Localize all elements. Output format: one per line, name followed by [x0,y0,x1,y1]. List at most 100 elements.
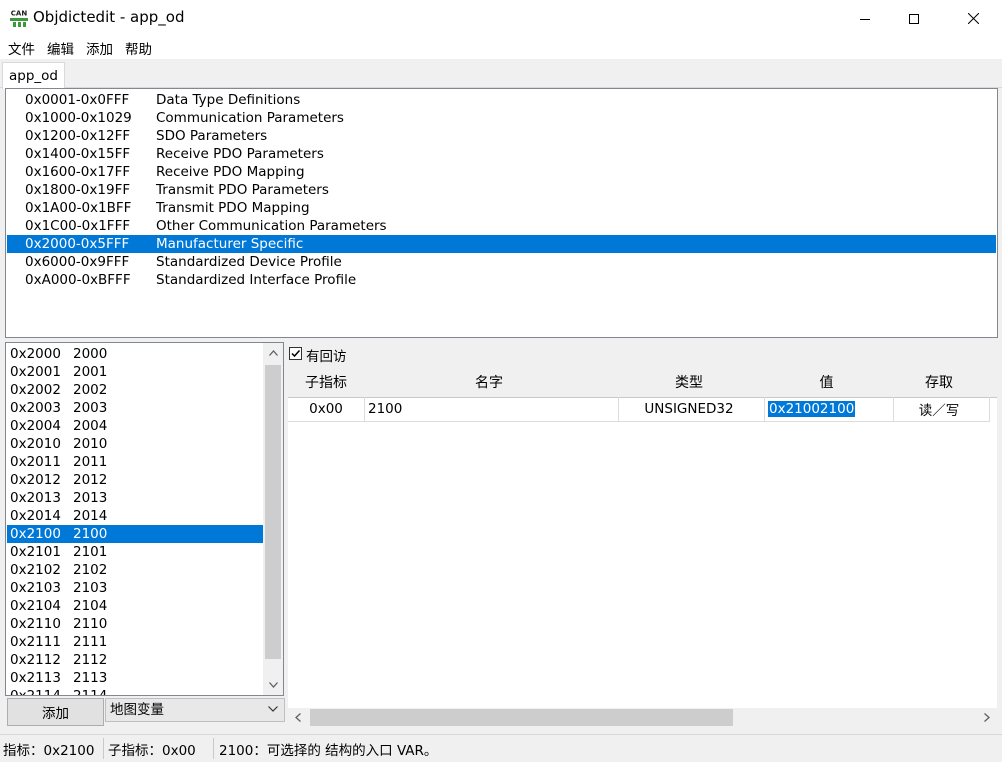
index-hex: 0x2002 [10,382,61,398]
scroll-left-button[interactable] [288,708,308,727]
scroll-up-button[interactable] [263,343,283,363]
callback-label: 有回访 [306,349,347,365]
category-item[interactable]: 0x1800-0x19FF Transmit PDO Parameters [7,181,996,199]
window-title: Objdictedit - app_od [33,8,185,26]
category-item[interactable]: 0x0001-0x0FFF Data Type Definitions [7,91,996,109]
index-item[interactable]: 0x2114 2114 [7,687,263,695]
grid-horizontal-scrollbar[interactable] [288,708,997,727]
category-name: Other Communication Parameters [156,218,387,234]
minimize-icon [860,18,870,20]
minimize-button[interactable] [842,0,888,37]
index-hex: 0x2113 [10,670,61,686]
index-hex: 0x2003 [10,400,61,416]
category-range: 0x0001-0x0FFF [25,92,130,108]
index-item[interactable]: 0x2001 2001 [7,363,263,381]
index-item[interactable]: 0x2011 2011 [7,453,263,471]
category-name: Standardized Device Profile [156,254,342,270]
index-item[interactable]: 0x2100 2100 [7,525,263,543]
category-item[interactable]: 0x1C00-0x1FFF Other Communication Paramet… [7,217,996,235]
index-item[interactable]: 0x2012 2012 [7,471,263,489]
callback-checkbox[interactable] [289,347,302,360]
category-item[interactable]: 0x1600-0x17FF Receive PDO Mapping [7,163,996,181]
index-list[interactable]: 0x2000 2000 0x2001 2001 0x2002 2002 0x2003 2003… [5,342,284,696]
category-item[interactable]: 0x2000-0x5FFF Manufacturer Specific [7,235,996,253]
category-name: Receive PDO Mapping [156,164,305,180]
add-button[interactable]: 添加 [7,698,104,726]
cell-subindex[interactable]: 0x00 [288,397,365,422]
index-item[interactable]: 0x2110 2110 [7,615,263,633]
menu-file[interactable]: 文件 [4,38,39,58]
category-range: 0x2000-0x5FFF [25,236,130,252]
scroll-right-button[interactable] [977,708,997,727]
index-name: 2012 [73,472,108,488]
status-index: 指标：0x2100 [3,743,95,759]
category-range: 0x1200-0x12FF [25,128,131,144]
col-header-access[interactable]: 存取 [889,366,990,398]
category-item[interactable]: 0x1000-0x1029 Communication Parameters [7,109,996,127]
grid-scroll-thumb[interactable] [310,709,733,726]
index-item[interactable]: 0x2002 2002 [7,381,263,399]
category-range: 0x1600-0x17FF [25,164,131,180]
category-item[interactable]: 0x1A00-0x1BFF Transmit PDO Mapping [7,199,996,217]
index-item[interactable]: 0x2014 2014 [7,507,263,525]
index-name: 2003 [73,400,108,416]
index-item[interactable]: 0x2101 2101 [7,543,263,561]
index-item[interactable]: 0x2104 2104 [7,597,263,615]
menu-add[interactable]: 添加 [82,38,117,58]
category-range: 0xA000-0xBFFF [25,272,131,288]
index-hex: 0x2112 [10,652,61,668]
index-item[interactable]: 0x2013 2013 [7,489,263,507]
category-name: Transmit PDO Parameters [156,182,329,198]
cell-type[interactable]: UNSIGNED32 [614,397,765,422]
index-item[interactable]: 0x2113 2113 [7,669,263,687]
category-range: 0x6000-0x9FFF [25,254,130,270]
close-button[interactable] [950,0,996,37]
index-item[interactable]: 0x2102 2102 [7,561,263,579]
index-hex: 0x2013 [10,490,61,506]
menu-edit[interactable]: 编辑 [43,38,78,58]
variable-type-combo[interactable]: 地图变量 [105,698,285,722]
subindex-grid[interactable]: 子指标 名字 类型 值 存取 0x00 2100 UNSIGNED32 0x21… [288,366,997,708]
col-header-subindex[interactable]: 子指标 [288,366,365,398]
index-hex: 0x2102 [10,562,61,578]
chevron-up-icon [268,350,278,356]
category-item[interactable]: 0x6000-0x9FFF Standardized Device Profile [7,253,996,271]
index-item[interactable]: 0x2010 2010 [7,435,263,453]
scroll-down-button[interactable] [263,675,283,695]
tab-app-od[interactable]: app_od [2,62,65,89]
col-header-type[interactable]: 类型 [614,366,765,398]
cell-value[interactable]: 0x21002100 [764,397,894,422]
index-hex: 0x2012 [10,472,61,488]
category-range: 0x1C00-0x1FFF [25,218,131,234]
index-item[interactable]: 0x2004 2004 [7,417,263,435]
category-item[interactable]: 0x1200-0x12FF SDO Parameters [7,127,996,145]
cell-access[interactable]: 读／写 [889,397,990,422]
cell-name[interactable]: 2100 [364,397,619,422]
index-name: 2112 [73,652,108,668]
category-item[interactable]: 0x1400-0x15FF Receive PDO Parameters [7,145,996,163]
menu-help[interactable]: 帮助 [121,38,156,58]
category-range: 0x1A00-0x1BFF [25,200,132,216]
index-name: 2100 [73,526,108,542]
index-name: 2002 [73,382,108,398]
close-icon [967,13,979,24]
category-list[interactable]: 0x0001-0x0FFF Data Type Definitions 0x1000… [5,88,998,338]
cell-value-text[interactable]: 0x21002100 [768,401,856,417]
index-item[interactable]: 0x2000 2000 [7,345,263,363]
index-hex: 0x2101 [10,544,61,560]
combo-value: 地图变量 [110,702,164,718]
tab-strip [0,59,1002,88]
index-item[interactable]: 0x2003 2003 [7,399,263,417]
col-header-value[interactable]: 值 [764,366,890,398]
category-item[interactable]: 0xA000-0xBFFF Standardized Interface Prof… [7,271,996,289]
index-item[interactable]: 0x2112 2112 [7,651,263,669]
status-bar: 指标：0x2100 子指标：0x00 2100：可选择的 结构的入口 VAR。 [0,734,1002,762]
index-item[interactable]: 0x2103 2103 [7,579,263,597]
status-separator [213,738,214,759]
col-header-name[interactable]: 名字 [364,366,615,398]
index-name: 2004 [73,418,108,434]
index-item[interactable]: 0x2111 2111 [7,633,263,651]
index-name: 2113 [73,670,108,686]
index-list-scroll-thumb[interactable] [265,365,281,659]
maximize-button[interactable] [891,0,937,37]
